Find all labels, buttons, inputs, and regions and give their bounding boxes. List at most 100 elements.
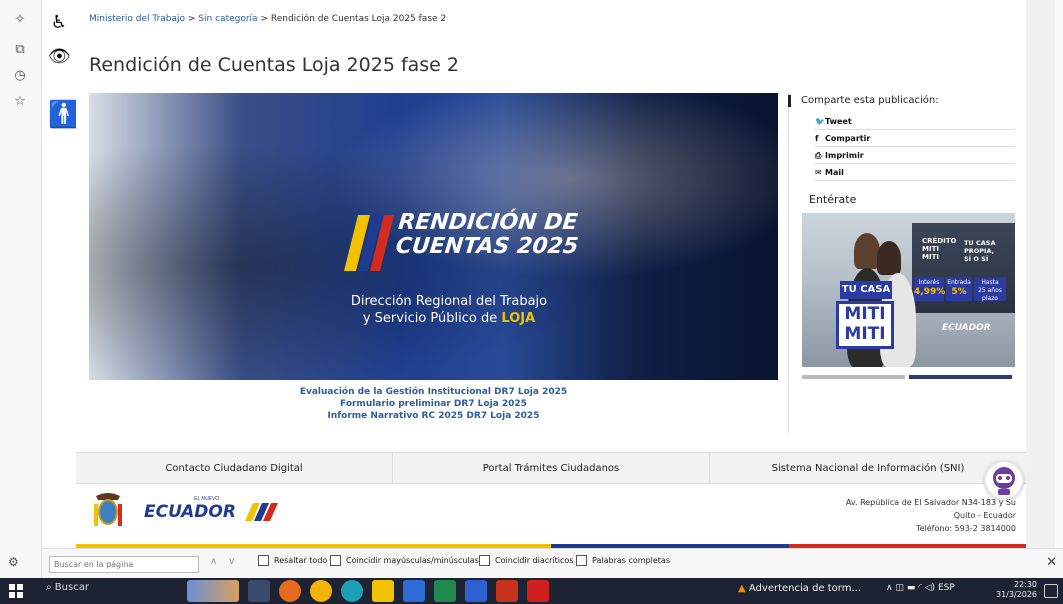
find-next-icon[interactable]: ∨ (228, 556, 235, 567)
volume-icon[interactable]: ◁) (925, 583, 935, 593)
chatbot-button[interactable] (984, 460, 1024, 500)
promo-interes: Interés 4,99% (914, 277, 945, 301)
breadcrumb-current: Rendición de Cuentas Loja 2025 fase 2 (270, 14, 447, 24)
checkbox[interactable] (576, 555, 587, 566)
hero-image: RENDICIÓN DE CUENTAS 2025 Dirección Regi… (89, 93, 778, 380)
promo-brand: ECUADOR (942, 323, 991, 333)
notification-icon[interactable] (1044, 584, 1058, 598)
carousel-dot[interactable] (802, 375, 905, 379)
battery-icon[interactable]: ▬ (907, 583, 916, 593)
promo-banner[interactable]: CRÉDITO MITI MITI TU CASA PROPIA, SÍ O S… (802, 213, 1015, 367)
find-bar: ⚙ ∧ ∨ Resaltar todo Coincidir mayúsculas… (8, 548, 1063, 578)
close-icon[interactable]: ✕ (1046, 554, 1057, 570)
firefox-icon[interactable] (279, 580, 301, 602)
footer: EL NUEVO ECUADOR Av. República de El Sal… (76, 484, 1026, 548)
eye-icon[interactable]: 👁 (48, 46, 71, 67)
mail-icon: ✉ (815, 168, 822, 177)
checkbox[interactable] (330, 555, 341, 566)
flag-stripes-icon (344, 215, 394, 271)
powerpoint-icon[interactable] (496, 580, 518, 602)
accessibility-toolbar: ♿ 👁 🚹 (42, 0, 80, 578)
collections-icon[interactable]: ⧉ (10, 40, 30, 60)
page-content: Ministerio del Trabajo > Sin categoría >… (76, 0, 1026, 548)
share-mail[interactable]: ✉ Mail (815, 164, 1015, 181)
footer-nav: Contacto Ciudadano Digital Portal Trámit… (76, 452, 1026, 484)
option-highlight-all[interactable]: Resaltar todo (258, 555, 327, 566)
find-previous-icon[interactable]: ∧ (210, 556, 217, 567)
coat-of-arms-icon (94, 493, 122, 526)
accessibility-person-icon[interactable]: ♿ (48, 12, 70, 33)
clock[interactable]: 22:30 31/3/2026 (996, 580, 1037, 600)
share-tweet[interactable]: 🐦Tweet (815, 113, 1015, 130)
system-tray[interactable]: ∧ ◫ ▬ ◜ ◁) ESP (886, 583, 955, 593)
warning-icon: ▲ (738, 583, 746, 594)
checkbox[interactable] (258, 555, 269, 566)
breadcrumb-home[interactable]: Ministerio del Trabajo (89, 14, 185, 24)
chrome-icon[interactable] (310, 580, 332, 602)
windows-start-icon[interactable] (9, 584, 23, 598)
promo-credit: CRÉDITO MITI MITI (922, 237, 957, 261)
breadcrumb-separator: > (187, 14, 196, 24)
accessibility-large-icon[interactable]: 🚹 (48, 100, 80, 130)
footer-link-sni[interactable]: Sistema Nacional de Información (SNI) (710, 453, 1026, 483)
sparkle-icon[interactable]: ✧ (10, 10, 30, 30)
breadcrumb-separator: > (260, 14, 268, 24)
search-icon: ⌕ (46, 582, 52, 593)
share-facebook[interactable]: f Compartir (815, 130, 1015, 147)
promo-hasta: Hasta 25 años plazo (974, 277, 1006, 302)
page-title: Rendición de Cuentas Loja 2025 fase 2 (89, 54, 459, 76)
store-icon[interactable] (403, 580, 425, 602)
twitter-icon: 🐦 (815, 117, 825, 126)
history-icon[interactable]: ◷ (10, 66, 30, 86)
weather-warning[interactable]: ▲ Advertencia de torm... (738, 583, 861, 594)
link-formulario[interactable]: Formulario preliminar DR7 Loja 2025 (89, 398, 778, 410)
hero-subtitle: Dirección Regional del Trabajo y Servici… (350, 294, 548, 326)
option-match-case[interactable]: Coincidir mayúsculas/minúsculas (330, 555, 479, 566)
promo-sign-miti: MITI MITI (836, 301, 894, 349)
document-links: Evaluación de la Gestión Institucional D… (89, 386, 778, 422)
breadcrumb-category[interactable]: Sin categoría (198, 14, 257, 24)
browser-sidebar: ✧ ⧉ ◷ ☆ (0, 0, 42, 578)
facebook-icon: f (815, 134, 819, 143)
language-indicator[interactable]: ESP (938, 583, 955, 593)
flag-stripes-icon (244, 503, 278, 521)
promo-entrada: Entrada 5% (946, 277, 972, 301)
task-view-icon[interactable] (248, 580, 270, 602)
option-whole-words[interactable]: Palabras completas (576, 555, 670, 566)
share-print[interactable]: ⎙ Imprimir (815, 147, 1015, 164)
robot-icon (993, 467, 1015, 495)
link-informe[interactable]: Informe Narrativo RC 2025 DR7 Loja 2025 (89, 410, 778, 422)
checkbox[interactable] (479, 555, 490, 566)
hero-title: RENDICIÓN DE CUENTAS 2025 (394, 210, 580, 259)
taskbar: ⌕ Buscar ▲ Advertencia de torm... ∧ ◫ ▬ … (0, 578, 1063, 604)
enterate-heading: Entérate (809, 193, 857, 206)
promo-sign-tucasa: TU CASA (840, 281, 892, 299)
find-input[interactable] (49, 556, 199, 573)
promo-tagline: TU CASA PROPIA, SÍ O SÍ (964, 239, 996, 263)
footer-link-contacto[interactable]: Contacto Ciudadano Digital (76, 453, 393, 483)
option-match-diacritics[interactable]: Coincidir diacríticos (479, 555, 573, 566)
taskbar-apps (187, 580, 558, 602)
footer-link-tramites[interactable]: Portal Trámites Ciudadanos (393, 453, 710, 483)
edge-icon[interactable] (341, 580, 363, 602)
carousel-dot-active[interactable] (909, 375, 1012, 379)
network-icon[interactable]: ◫ (895, 583, 904, 593)
acrobat-icon[interactable] (527, 580, 549, 602)
widget-icon[interactable] (187, 580, 239, 602)
share-heading: Comparte esta publicación: (788, 95, 1016, 107)
address: Av. República de El Salvador N34-183 y S… (845, 498, 1016, 533)
print-icon: ⎙ (815, 151, 822, 160)
share-panel: Comparte esta publicación: 🐦Tweet f Compa… (788, 95, 1016, 181)
favorites-icon[interactable]: ☆ (10, 92, 30, 112)
settings-icon[interactable]: ⚙ (8, 555, 19, 569)
breadcrumb: Ministerio del Trabajo > Sin categoría >… (89, 14, 446, 24)
link-evaluacion[interactable]: Evaluación de la Gestión Institucional D… (89, 386, 778, 398)
chevron-up-icon[interactable]: ∧ (886, 583, 893, 593)
ecuador-logo[interactable]: ECUADOR (144, 502, 279, 522)
word-icon[interactable] (465, 580, 487, 602)
wifi-icon[interactable]: ◜ (918, 583, 922, 593)
file-explorer-icon[interactable] (372, 580, 394, 602)
excel-icon[interactable] (434, 580, 456, 602)
page-scrollbar[interactable] (1055, 0, 1063, 548)
taskbar-search[interactable]: ⌕ Buscar (46, 582, 89, 593)
